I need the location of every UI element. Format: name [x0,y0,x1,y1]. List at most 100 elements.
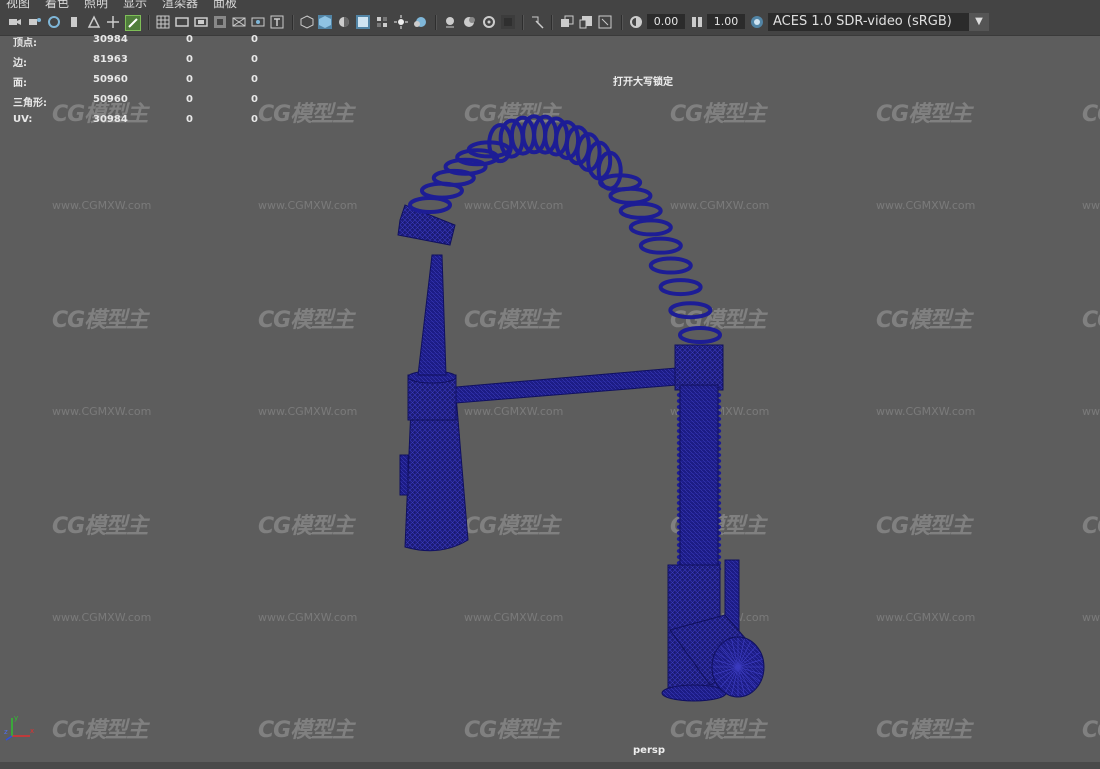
spring-coil-loop [668,301,713,320]
crossbar [455,367,678,404]
hud-value-triangles: 0 [251,114,258,125]
faucet-wireframe-model[interactable] [380,85,800,710]
menu-lighting[interactable]: 照明 [84,0,108,10]
move-tool-icon[interactable] [106,15,120,29]
hud-label: 边: [13,58,27,69]
isolate-select-icon[interactable] [501,15,515,29]
ambient-occlusion-icon[interactable] [413,15,427,29]
film-gate-icon[interactable] [175,15,189,29]
transform-icon[interactable] [87,15,101,29]
spring-coil-loop [628,218,673,237]
shadows-icon[interactable] [375,15,389,29]
hud-row: 顶点: 30984 0 0 [0,34,270,49]
hud-value-triangles: 0 [251,94,258,105]
bookmark-icon[interactable] [67,15,81,29]
watermark-logo: CG模型主 [876,308,972,333]
xray-joints-icon[interactable] [560,15,574,29]
xray-icon[interactable] [530,15,544,29]
spring-coil-loop [658,278,703,297]
color-space-dropdown[interactable]: ACES 1.0 SDR-video (sRGB) ▼ [768,13,989,31]
lights-icon[interactable] [394,15,408,29]
spring-coil-loop [648,256,693,275]
spring-coil-loop [638,236,683,255]
watermark-logo: CG模型主 [52,308,148,333]
watermark-url: www.CGMXW.com [1082,199,1100,212]
hud-label: 面: [13,78,27,89]
axis-y-label: y [14,714,18,722]
watermark-url: www.CGMXW.com [258,199,358,212]
exposure-icon[interactable] [629,15,643,29]
camera-name-label: persp [633,745,665,756]
spring-coil-loop [618,201,663,220]
crop-icon[interactable] [598,15,612,29]
watermark-url: www.CGMXW.com [876,405,976,418]
grease-pencil-icon[interactable] [125,15,141,31]
watermark-logo: CG模型主 [258,102,354,127]
resolution-gate-icon[interactable] [194,15,208,29]
hud-row: 边: 81963 0 0 [0,54,270,69]
watermark-url: www.CGMXW.com [1082,611,1100,624]
watermark-url: www.CGMXW.com [52,199,152,212]
spring-coil-loop [608,186,653,205]
hud-value-total: 50960 [93,94,128,105]
color-space-value: ACES 1.0 SDR-video (sRGB) [773,14,952,29]
grid-icon[interactable] [156,15,170,29]
gate-mask-icon[interactable] [213,15,227,29]
watermark-logo: CG模型主 [1082,514,1100,539]
backface-icon[interactable] [579,15,593,29]
menu-renderer[interactable]: 渲染器 [162,0,198,10]
watermark-logo: CG模型主 [258,514,354,539]
watermark-logo: CG模型主 [876,102,972,127]
safe-title-icon[interactable] [270,15,284,29]
watermark-logo: CG模型主 [1082,102,1100,127]
watermark-url: www.CGMXW.com [258,405,358,418]
axis-z-label: z [4,728,8,736]
motion-blur-icon[interactable] [443,15,457,29]
gamma-icon[interactable] [690,15,704,29]
watermark-logo: CG模型主 [876,514,972,539]
camera-attributes-icon[interactable] [28,15,42,29]
default-material-icon[interactable] [337,15,351,29]
hud-value-triangles: 0 [251,74,258,85]
menu-show[interactable]: 显示 [123,0,147,10]
hud-value-triangles: 0 [251,54,258,65]
textured-icon[interactable] [356,15,370,29]
chevron-down-icon[interactable]: ▼ [969,13,989,31]
hud-row: UV: 30984 0 0 [0,114,270,128]
hud-value-total: 50960 [93,74,128,85]
collar [407,370,457,421]
axis-gizmo: x y z [4,714,34,741]
watermark-logo: CG模型主 [258,718,354,743]
exposure-field[interactable]: 0.00 [647,14,685,29]
hud-label: 顶点: [13,38,37,49]
watermark-logo: CG模型主 [876,718,972,743]
menu-view[interactable]: 视图 [6,0,30,10]
hud-label: UV: [13,114,33,125]
watermark-url: www.CGMXW.com [876,611,976,624]
hud-value-selected: 0 [186,54,193,65]
hud-value-triangles: 0 [251,34,258,45]
watermark-url: www.CGMXW.com [876,199,976,212]
field-chart-icon[interactable] [232,15,246,29]
color-management-icon[interactable] [750,15,764,29]
safe-action-icon[interactable] [251,15,265,29]
camera-icon[interactable] [8,15,22,29]
menu-shading[interactable]: 着色 [45,0,69,10]
watermark-logo: CG模型主 [1082,718,1100,743]
watermark-url: www.CGMXW.com [52,405,152,418]
watermark-logo: CG模型主 [464,718,560,743]
gamma-field[interactable]: 1.00 [707,14,745,29]
spring-coil-loop [678,326,722,344]
wireframe-icon[interactable] [300,15,314,29]
depth-of-field-icon[interactable] [482,15,496,29]
watermark-logo: CG模型主 [258,308,354,333]
image-plane-icon[interactable] [47,15,61,29]
watermark-url: www.CGMXW.com [52,611,152,624]
spring-coil-loop [408,196,452,214]
smooth-shade-icon[interactable] [318,15,332,29]
watermark-logo: CG模型主 [52,718,148,743]
anti-aliasing-icon[interactable] [463,15,477,29]
viewport-bottom-edge [0,762,1100,769]
menu-panels[interactable]: 面板 [213,0,237,10]
watermark-url: www.CGMXW.com [1082,405,1100,418]
